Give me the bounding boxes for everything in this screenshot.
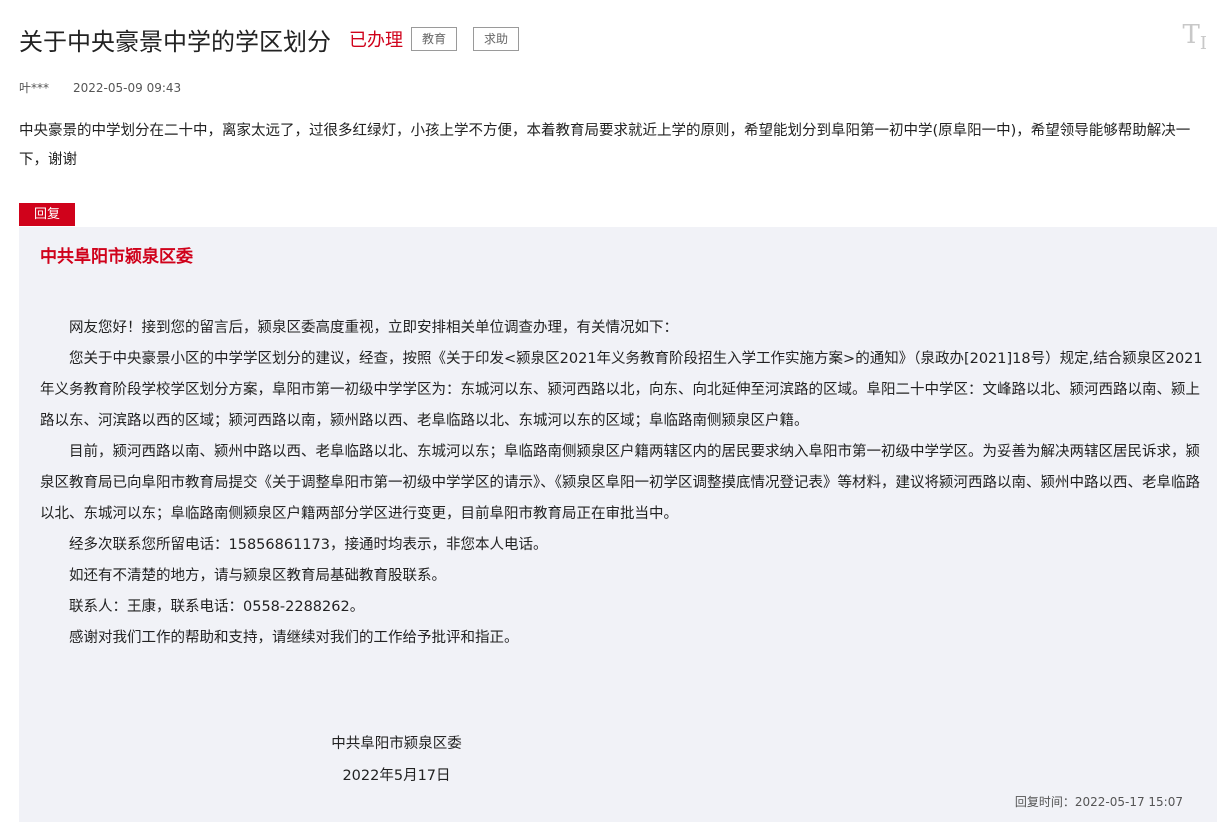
reply-org: 中共阜阳市颍泉区委 (40, 247, 193, 267)
post-date: 2022-05-09 09:43 (73, 81, 182, 95)
status-badge: 已办理 (349, 30, 403, 51)
reply-time: 回复时间：2022-05-17 15:07 (1014, 795, 1183, 809)
reply-paragraph: 您关于中央豪景小区的中学学区划分的建议，经查，按照《关于印发<颍泉区2021年义… (40, 351, 1203, 429)
author-name: 叶*** (19, 81, 50, 95)
page-title: 关于中央豪景中学的学区划分 (19, 27, 331, 56)
reply-box: 中共阜阳市颍泉区委 网友您好！接到您的留言后，颍泉区委高度重视，立即安排相关单位… (19, 227, 1217, 822)
reply-body: 网友您好！接到您的留言后，颍泉区委高度重视，立即安排相关单位调查办理，有关情况如… (40, 313, 1205, 654)
tag-education[interactable]: 教育 (411, 27, 458, 51)
post-meta: 叶*** 2022-05-09 09:43 (19, 79, 181, 96)
reply-paragraph: 感谢对我们工作的帮助和支持，请继续对我们的工作给予批评和指正。 (69, 630, 519, 646)
font-size-toggle-icon[interactable]: TI (1183, 20, 1207, 54)
reply-paragraph: 网友您好！接到您的留言后，颍泉区委高度重视，立即安排相关单位调查办理，有关情况如… (69, 320, 678, 336)
question-text: 中央豪景的中学划分在二十中，离家太远了，过很多红绿灯，小孩上学不方便，本着教育局… (19, 123, 1191, 168)
title-row: 关于中央豪景中学的学区划分 已办理 教育 求助 (19, 20, 520, 58)
reply-paragraph: 目前，颍河西路以南、颍州中路以西、老阜临路以北、东城河以东；阜临路南侧颍泉区户籍… (40, 444, 1200, 522)
reply-badge: 回复 (19, 203, 76, 226)
reply-signature: 中共阜阳市颍泉区委 (331, 736, 462, 752)
reply-paragraph: 联系人：王康，联系电话：0558-2288262。 (69, 599, 365, 615)
font-toggle-letter: T (1182, 20, 1200, 50)
reply-paragraph: 经多次联系您所留电话：15856861173，接通时均表示，非您本人电话。 (69, 537, 548, 553)
tag-help[interactable]: 求助 (473, 27, 520, 51)
reply-signature-date: 2022年5月17日 (342, 768, 451, 784)
reply-paragraph: 如还有不清楚的地方，请与颍泉区教育局基础教育股联系。 (69, 568, 446, 584)
